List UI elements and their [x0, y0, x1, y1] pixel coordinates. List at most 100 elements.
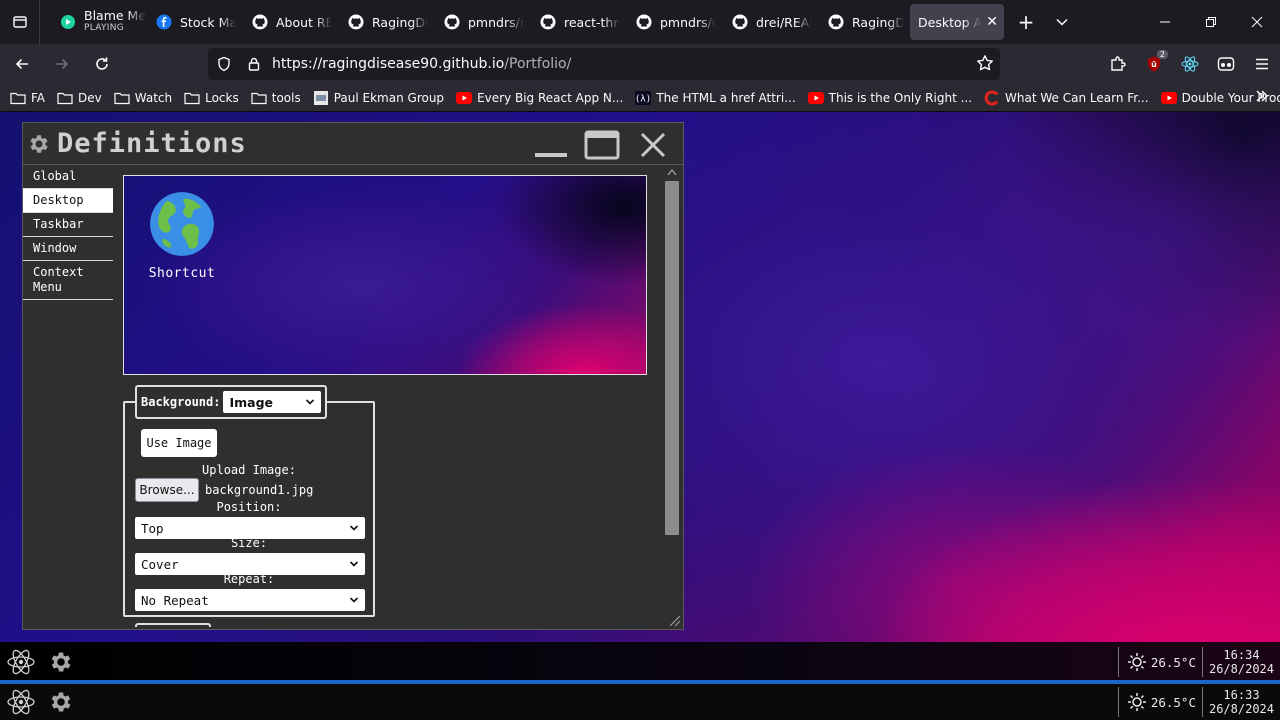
url-path: /Portfolio/: [504, 56, 572, 72]
tab-react-three[interactable]: react-three: [530, 4, 626, 40]
list-all-tabs-button[interactable]: [1044, 4, 1080, 40]
lock-icon[interactable]: [240, 56, 268, 72]
tab-pmndrs-d[interactable]: pmndrs/d: [626, 4, 722, 40]
bookmark-html-href[interactable]: (λ) The HTML a href Attri...: [635, 90, 796, 105]
back-button[interactable]: [4, 48, 40, 80]
new-tab-button[interactable]: +: [1008, 4, 1044, 40]
scrollbar-thumb[interactable]: [665, 181, 679, 535]
clock[interactable]: 16:34 26/8/2024: [1203, 648, 1280, 676]
sidebar-item-desktop[interactable]: Desktop: [23, 189, 113, 213]
weather-widget[interactable]: 26.5°C: [1119, 652, 1202, 672]
repeat-label: Repeat:: [223, 572, 275, 586]
bookmark-tools[interactable]: tools: [251, 91, 301, 105]
definitions-window[interactable]: Definitions Global Desktop Taskbar Windo…: [22, 122, 684, 630]
clock-time: 16:33: [1223, 688, 1260, 702]
sidebar-item-window[interactable]: Window: [23, 237, 113, 261]
peg-icon: [313, 90, 329, 105]
browse-button[interactable]: Browse...: [135, 478, 199, 502]
bookmark-label: The HTML a href Attri...: [656, 90, 796, 105]
sun-icon: [1127, 693, 1146, 711]
tab-stock[interactable]: Stock Mar: [146, 4, 242, 40]
background-type-select[interactable]: Image: [223, 391, 322, 413]
shortcut-icon-item[interactable]: Shortcut: [144, 190, 220, 281]
clock-time: 16:34: [1223, 648, 1260, 662]
settings-scrollbar[interactable]: [663, 165, 681, 629]
toolbar-extensions: ū2: [1100, 48, 1280, 80]
github-icon: [348, 14, 364, 30]
bookmark-locks[interactable]: Locks: [184, 91, 239, 105]
bookmark-label: tools: [271, 90, 301, 105]
tab-drei-readme[interactable]: drei/READ: [722, 4, 818, 40]
bookmark-watch[interactable]: Watch: [114, 91, 172, 105]
bookmark-only-right[interactable]: This is the Only Right ...: [807, 91, 972, 105]
window-titlebar[interactable]: Definitions: [23, 123, 683, 165]
bookmark-fa[interactable]: FA: [10, 91, 45, 105]
reader-extension-button[interactable]: [1208, 48, 1244, 80]
arrow-left-icon: [15, 58, 28, 70]
resize-grip-icon[interactable]: [667, 613, 681, 627]
react-icon: [7, 689, 35, 715]
extensions-button[interactable]: [1100, 48, 1136, 80]
media-icon: [60, 14, 76, 30]
sidebar-item-taskbar[interactable]: Taskbar: [23, 213, 113, 237]
partially-hidden-button[interactable]: [135, 623, 211, 627]
chevron-down-icon: [1056, 18, 1068, 26]
chevron-down-icon: [349, 597, 359, 603]
bookmark-dev[interactable]: Dev: [57, 91, 102, 105]
start-button[interactable]: [2, 643, 40, 681]
chevron-down-icon: [349, 525, 359, 531]
bookmark-learn-from[interactable]: What We Can Learn Fr...: [984, 90, 1149, 105]
clock[interactable]: 16:33 26/8/2024: [1203, 688, 1280, 716]
minimize-button[interactable]: [1142, 0, 1188, 44]
repeat-select[interactable]: No Repeat: [135, 589, 365, 611]
tab-desktop-app[interactable]: Desktop Ap ✕: [910, 4, 1004, 40]
address-bar[interactable]: https://ragingdisease90.github.io/Portfo…: [208, 48, 1000, 80]
start-button[interactable]: [2, 683, 40, 720]
bookmark-star-icon[interactable]: [976, 54, 994, 76]
use-image-button[interactable]: Use Image: [141, 429, 217, 457]
ublock-extension-button[interactable]: ū2: [1136, 48, 1172, 80]
youtube-icon: [1160, 91, 1177, 105]
close-tab-icon[interactable]: ✕: [986, 14, 998, 30]
background-legend: Background: Image: [135, 385, 328, 419]
react-icon: [7, 649, 35, 675]
window-close-button[interactable]: [633, 127, 673, 163]
bookmark-label: Watch: [134, 90, 173, 105]
close-window-button[interactable]: [1234, 0, 1280, 44]
restore-button[interactable]: [1188, 0, 1234, 44]
sidebar-item-global[interactable]: Global: [23, 165, 113, 189]
tab-title: Desktop Ap: [918, 14, 983, 30]
window-title-buttons: [520, 127, 673, 163]
fcc-icon: (λ): [635, 90, 652, 105]
weather-widget[interactable]: 26.5°C: [1119, 692, 1202, 712]
shield-icon[interactable]: [210, 56, 238, 72]
glasses-icon: [1217, 57, 1235, 71]
window-maximize-button[interactable]: [582, 127, 622, 163]
position-value: Top: [141, 520, 164, 536]
menu-button[interactable]: [1244, 48, 1280, 80]
temperature: 26.5°C: [1150, 654, 1196, 670]
more-bookmarks-button[interactable]: [1254, 88, 1270, 107]
bookmark-react-app[interactable]: Every Big React App N...: [456, 91, 623, 105]
forward-button[interactable]: [44, 48, 80, 80]
bookmark-paul-ekman[interactable]: Paul Ekman Group: [313, 90, 444, 105]
tab-ragingdis-1[interactable]: RagingDis: [338, 4, 434, 40]
taskbar-tray: 26.5°C 16:33 26/8/2024: [1117, 684, 1280, 720]
tab-list-button[interactable]: [0, 0, 40, 44]
red-c-icon: [984, 90, 1000, 105]
reload-button[interactable]: [84, 48, 120, 80]
bookmark-label: FA: [31, 90, 46, 105]
tab-pmndrs-re[interactable]: pmndrs/re: [434, 4, 530, 40]
tab-about-react[interactable]: About REA: [242, 4, 338, 40]
tab-media[interactable]: Blame Me PLAYING: [50, 4, 146, 40]
taskbar-definitions-button[interactable]: [42, 683, 80, 720]
window-minimize-button[interactable]: [531, 127, 571, 163]
react-devtools-button[interactable]: [1172, 48, 1208, 80]
scroll-up-icon[interactable]: [667, 168, 677, 176]
bookmark-label: Every Big React App N...: [477, 90, 624, 105]
temperature: 26.5°C: [1150, 694, 1196, 710]
sidebar-item-context-menu[interactable]: Context Menu: [23, 261, 113, 300]
taskbar-definitions-button[interactable]: [42, 643, 80, 681]
youtube-icon: [807, 91, 824, 105]
tab-ragingdis-2[interactable]: RagingDis: [818, 4, 910, 40]
